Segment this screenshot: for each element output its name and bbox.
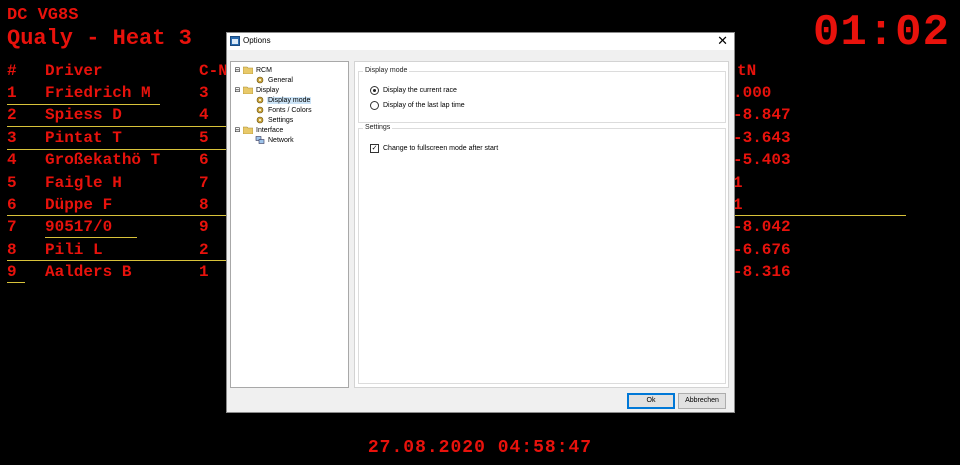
rank-cell: 3	[7, 128, 17, 147]
time-cell: -6.676	[733, 240, 791, 259]
radio-label: Display of the last lap time	[383, 102, 465, 109]
checkbox-label: Change to fullscreen mode after start	[383, 145, 499, 152]
driver-cell: Friedrich M	[45, 84, 151, 102]
collapse-icon[interactable]: ⊟	[234, 66, 241, 74]
rank-cell: 4	[7, 151, 17, 170]
cancel-button[interactable]: Abbrechen	[678, 393, 726, 409]
col-rank-header: #	[7, 62, 17, 80]
checkbox-checked[interactable]: ✓	[370, 144, 379, 153]
car-cell: 5	[199, 128, 209, 147]
col-driver-header: Driver	[45, 62, 103, 80]
settings-gear-icon	[256, 76, 264, 84]
tree-node-settings[interactable]: Settings	[255, 116, 294, 124]
settings-gear-icon	[256, 96, 264, 104]
heat-title: Qualy - Heat 3	[7, 26, 192, 51]
row-underline	[7, 126, 227, 127]
car-cell: 7	[199, 173, 209, 192]
col-right-header: tN	[737, 62, 757, 80]
row-underline	[733, 215, 906, 216]
car-cell: 6	[199, 151, 209, 170]
tree-label: Interface	[256, 126, 284, 134]
car-cell: 9	[199, 218, 209, 237]
group-label: Display mode	[363, 67, 410, 74]
tree-node-network[interactable]: Network	[255, 136, 295, 144]
close-icon[interactable]: ✕	[717, 33, 728, 49]
driver-cell: Faigle H	[45, 173, 122, 192]
rank-cell: 1	[7, 84, 17, 102]
time-cell: .000	[733, 84, 772, 102]
folder-icon	[243, 66, 253, 74]
row-underline	[7, 260, 227, 261]
tree-label: General	[268, 76, 293, 84]
row-underline	[7, 104, 160, 105]
display-mode-group: Display mode Display the current race Di…	[358, 67, 726, 123]
rank-cell: 7	[7, 218, 17, 237]
rank-cell: 8	[7, 240, 17, 259]
options-panel: Display mode Display the current race Di…	[354, 61, 729, 388]
collapse-icon[interactable]: ⊟	[234, 86, 241, 94]
tree-label: Network	[268, 136, 294, 144]
tree-label: Settings	[268, 116, 294, 124]
dialog-title: Options	[243, 36, 271, 45]
folder-icon	[243, 86, 253, 94]
rank-cell: 9	[7, 263, 17, 282]
tree-label: Display	[256, 86, 279, 94]
car-cell: 1	[199, 263, 209, 282]
rank-cell: 6	[7, 196, 17, 214]
car-cell: 8	[199, 196, 209, 214]
radio-button-selected[interactable]	[370, 86, 379, 95]
settings-group: Settings ✓ Change to fullscreen mode aft…	[358, 124, 726, 384]
tree-node-display-mode[interactable]: Display mode	[255, 96, 312, 104]
group-label: Settings	[363, 124, 393, 131]
radio-button[interactable]	[370, 101, 379, 110]
folder-icon	[243, 126, 253, 134]
options-dialog: Options ✕ ⊟ RCM General ⊟ Display Displa…	[226, 32, 735, 413]
network-icon	[255, 136, 265, 144]
tree-label: Fonts / Colors	[268, 106, 312, 114]
ok-button[interactable]: Ok	[627, 393, 675, 409]
window-icon	[230, 36, 240, 46]
car-cell: 3	[199, 84, 209, 102]
tree-node-display[interactable]: ⊟ Display	[234, 86, 280, 94]
car-cell: 2	[199, 240, 209, 259]
radio-current-race[interactable]: Display the current race	[370, 86, 457, 95]
settings-gear-icon	[256, 106, 264, 114]
time-cell: -3.643	[733, 128, 791, 147]
rank-cell: 5	[7, 173, 17, 192]
car-cell: 4	[199, 106, 209, 125]
time-cell: -8.042	[733, 218, 791, 237]
tree-label: RCM	[256, 66, 272, 74]
driver-cell: Pili L	[45, 240, 103, 259]
settings-gear-icon	[256, 116, 264, 124]
radio-label: Display the current race	[383, 87, 457, 94]
tree-label: Display mode	[267, 96, 312, 104]
series-title: DC VG8S	[7, 6, 79, 25]
collapse-icon[interactable]: ⊟	[234, 126, 241, 134]
time-cell: -5.403	[733, 151, 791, 170]
driver-cell: Großekathö T	[45, 151, 161, 170]
tree-node-general[interactable]: General	[255, 76, 294, 84]
tree-node-fonts-colors[interactable]: Fonts / Colors	[255, 106, 313, 114]
checkbox-fullscreen[interactable]: ✓ Change to fullscreen mode after start	[370, 144, 498, 153]
driver-cell: 90517/0	[45, 218, 113, 237]
tree-node-interface[interactable]: ⊟ Interface	[234, 126, 284, 134]
row-underline	[7, 215, 227, 216]
time-cell: -8.316	[733, 263, 791, 282]
row-underline	[7, 149, 227, 150]
driver-cell: Düppe F	[45, 196, 113, 214]
race-clock: 01:02	[812, 8, 950, 58]
dialog-titlebar[interactable]: Options ✕	[227, 33, 734, 50]
radio-last-lap[interactable]: Display of the last lap time	[370, 101, 465, 110]
col-car-header: C-N	[199, 62, 228, 80]
driver-cell: Pintat T	[45, 128, 122, 147]
tree-node-rcm[interactable]: ⊟ RCM	[234, 66, 273, 74]
row-underline	[7, 282, 25, 283]
driver-cell: Spiess D	[45, 106, 122, 125]
rank-cell: 2	[7, 106, 17, 125]
options-tree: ⊟ RCM General ⊟ Display Display mode Fon…	[230, 61, 349, 388]
driver-cell: Aalders B	[45, 263, 132, 282]
time-cell: -8.847	[733, 106, 791, 125]
footer-datetime: 27.08.2020 04:58:47	[367, 438, 593, 458]
row-underline	[45, 237, 137, 238]
